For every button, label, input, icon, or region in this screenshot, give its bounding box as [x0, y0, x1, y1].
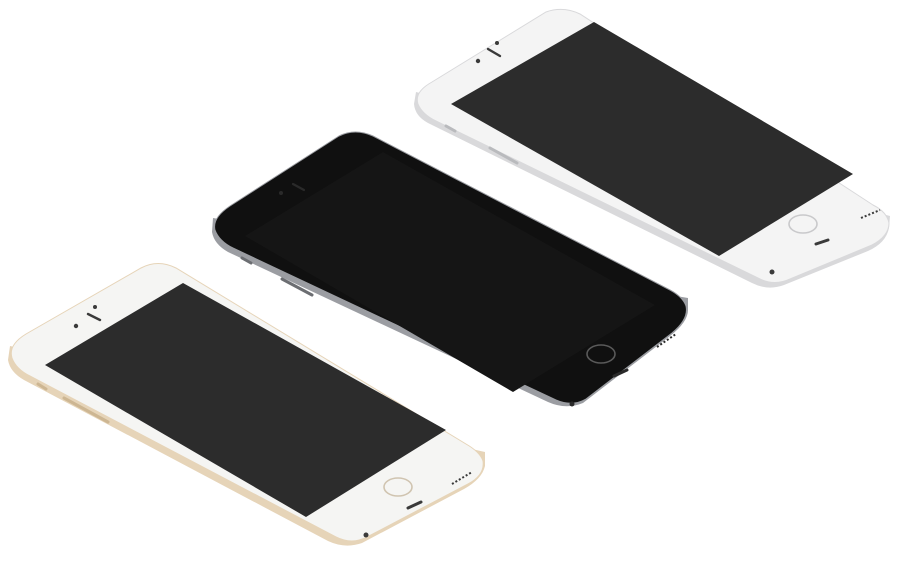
- phone-silver-camera: [495, 41, 499, 45]
- phone-space-gray-camera: [279, 191, 283, 195]
- phone-silver-sensor: [475, 58, 481, 64]
- phone-space-gray-jack: [569, 401, 575, 407]
- phone-gold-sensor: [73, 323, 79, 329]
- phones-illustration: [8, 8, 890, 546]
- phone-gold-jack: [363, 532, 369, 538]
- phone-silver-jack: [769, 269, 775, 275]
- phone-gold-camera: [93, 305, 97, 309]
- product-scene: [0, 0, 900, 568]
